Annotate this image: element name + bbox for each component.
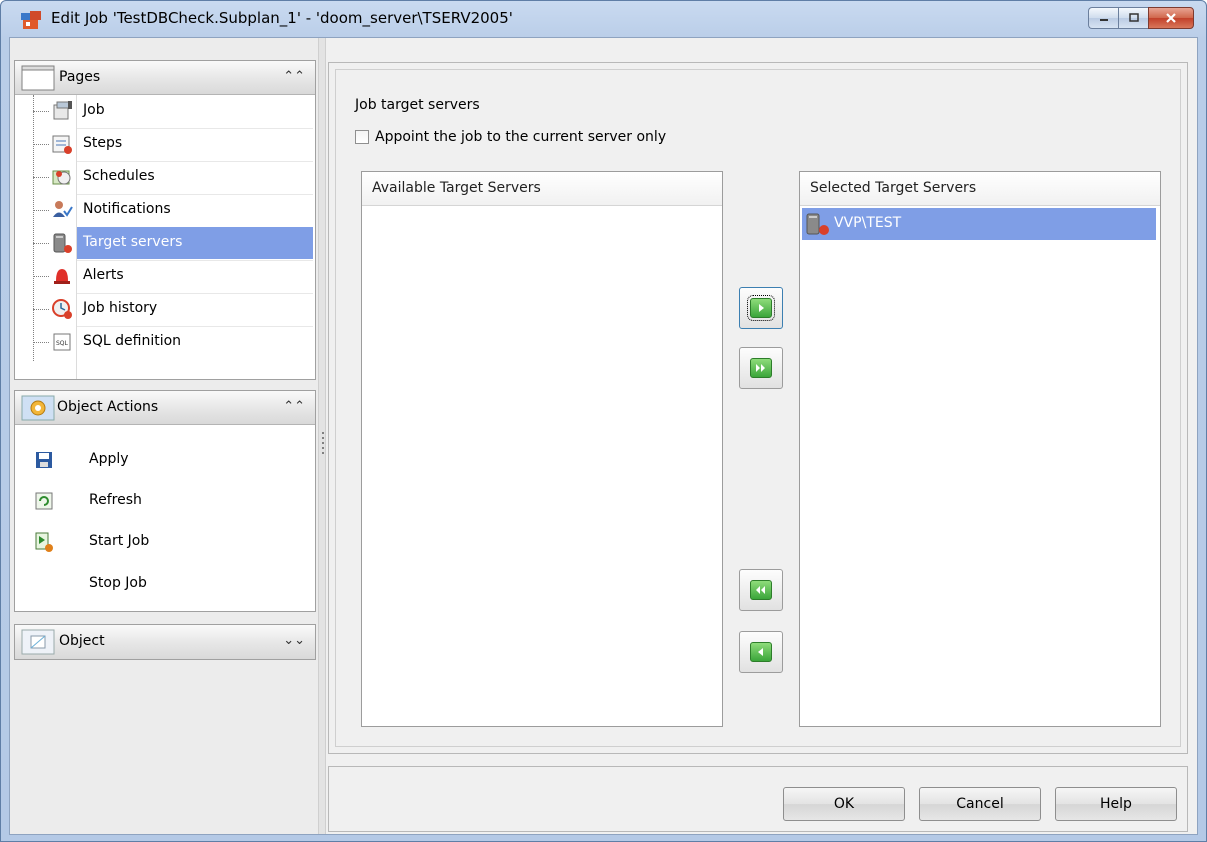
start-job-icon [35,532,53,552]
page-item-label: Alerts [83,267,124,283]
dialog-window: Edit Job 'TestDBCheck.Subplan_1' - 'doom… [0,0,1207,842]
remove-all-button[interactable] [739,569,783,611]
panel-splitter[interactable] [318,38,326,834]
selected-servers-list[interactable]: Selected Target Servers VVP\TEST [799,171,1161,727]
object-actions-group: Object Actions ⌃⌃ Apply Refresh Start Jo… [14,390,316,612]
page-item-alerts[interactable]: Alerts [15,260,315,293]
save-icon [36,452,52,468]
current-server-only-checkbox[interactable] [355,130,369,144]
double-arrow-left-icon [756,586,765,594]
apply-action[interactable]: Apply [33,445,303,475]
stop-job-label: Stop Job [89,575,147,591]
page-item-label: Job history [83,300,158,316]
collapse-icon[interactable]: ⌃⌃ [283,69,305,84]
add-selected-button[interactable] [739,287,783,329]
page-item-schedules[interactable]: Schedules [15,161,315,194]
start-job-label: Start Job [89,533,150,549]
page-item-label: Target servers [83,234,183,250]
page-item-steps[interactable]: Steps [15,128,315,161]
pages-icon [21,65,55,91]
apply-label: Apply [89,451,129,467]
object-group-title: Object [59,633,105,649]
job-icon [53,101,72,120]
page-item-target-servers[interactable]: Target servers [15,227,315,260]
dialog-client-area: Pages ⌃⌃ Job Steps Schedules Notificatio… [9,37,1198,835]
page-item-label: SQL definition [83,333,182,349]
list-item[interactable]: VVP\TEST [802,208,1156,240]
available-servers-header: Available Target Servers [362,172,722,206]
object-group-header[interactable]: Object ⌄⌄ [15,625,315,659]
cancel-button[interactable]: Cancel [919,787,1041,821]
page-item-sql-definition[interactable]: SQL SQL definition [15,326,315,359]
navigation-panel: Pages ⌃⌃ Job Steps Schedules Notificatio… [10,38,318,834]
maximize-icon [1128,13,1139,22]
available-servers-list[interactable]: Available Target Servers [361,171,723,727]
arrow-left-icon [758,648,763,656]
page-item-label: Job [83,102,105,118]
section-title: Job target servers [355,97,480,113]
ok-button[interactable]: OK [783,787,905,821]
target-servers-page: Job target servers Appoint the job to th… [328,62,1188,754]
schedules-icon [52,170,71,185]
stop-job-action[interactable]: Stop Job [33,569,303,599]
page-item-label: Steps [83,135,123,151]
steps-icon [52,135,72,154]
refresh-action[interactable]: Refresh [33,486,303,516]
window-title: Edit Job 'TestDBCheck.Subplan_1' - 'doom… [51,9,513,27]
pages-group-header[interactable]: Pages ⌃⌃ [15,61,315,95]
refresh-icon [35,492,53,510]
page-item-job-history[interactable]: Job history [15,293,315,326]
object-icon [21,629,55,655]
title-bar[interactable]: Edit Job 'TestDBCheck.Subplan_1' - 'doom… [1,1,1206,37]
page-item-job[interactable]: Job [15,95,315,128]
current-server-only-option[interactable]: Appoint the job to the current server on… [355,129,666,145]
selected-servers-header: Selected Target Servers [800,172,1160,206]
refresh-label: Refresh [89,492,142,508]
help-button[interactable]: Help [1055,787,1177,821]
available-servers-title: Available Target Servers [372,180,541,196]
sql-definition-icon: SQL [53,333,71,351]
object-actions-header[interactable]: Object Actions ⌃⌃ [15,391,315,425]
app-icon [21,11,41,29]
current-server-only-label: Appoint the job to the current server on… [375,129,667,145]
target-servers-icon [53,233,72,253]
alerts-icon [54,269,70,284]
minimize-icon [1099,19,1108,21]
job-history-icon [52,299,72,319]
page-item-notifications[interactable]: Notifications [15,194,315,227]
collapse-icon[interactable]: ⌃⌃ [283,399,305,414]
close-icon [1166,13,1176,23]
selected-servers-title: Selected Target Servers [810,180,977,196]
pages-tree: Job Steps Schedules Notifications Target… [15,95,315,379]
page-item-label: Notifications [83,201,171,217]
close-button[interactable] [1148,7,1194,29]
add-all-button[interactable] [739,347,783,389]
expand-icon[interactable]: ⌄⌄ [283,633,305,648]
remove-selected-button[interactable] [739,631,783,673]
gear-icon [21,395,55,421]
start-job-action[interactable]: Start Job [33,527,303,557]
minimize-button[interactable] [1088,7,1118,29]
notifications-icon [53,201,73,217]
double-arrow-right-icon [756,364,765,372]
server-name: VVP\TEST [834,215,902,231]
maximize-button[interactable] [1118,7,1148,29]
svg-text:SQL: SQL [56,340,69,347]
pages-group-title: Pages [59,69,101,85]
object-group: Object ⌄⌄ [14,624,316,660]
page-item-label: Schedules [83,168,155,184]
pages-group: Pages ⌃⌃ Job Steps Schedules Notificatio… [14,60,316,380]
dialog-button-bar: OK Cancel Help [328,766,1188,832]
server-icon [806,213,829,235]
arrow-right-icon [759,304,764,312]
object-actions-title: Object Actions [57,399,159,415]
